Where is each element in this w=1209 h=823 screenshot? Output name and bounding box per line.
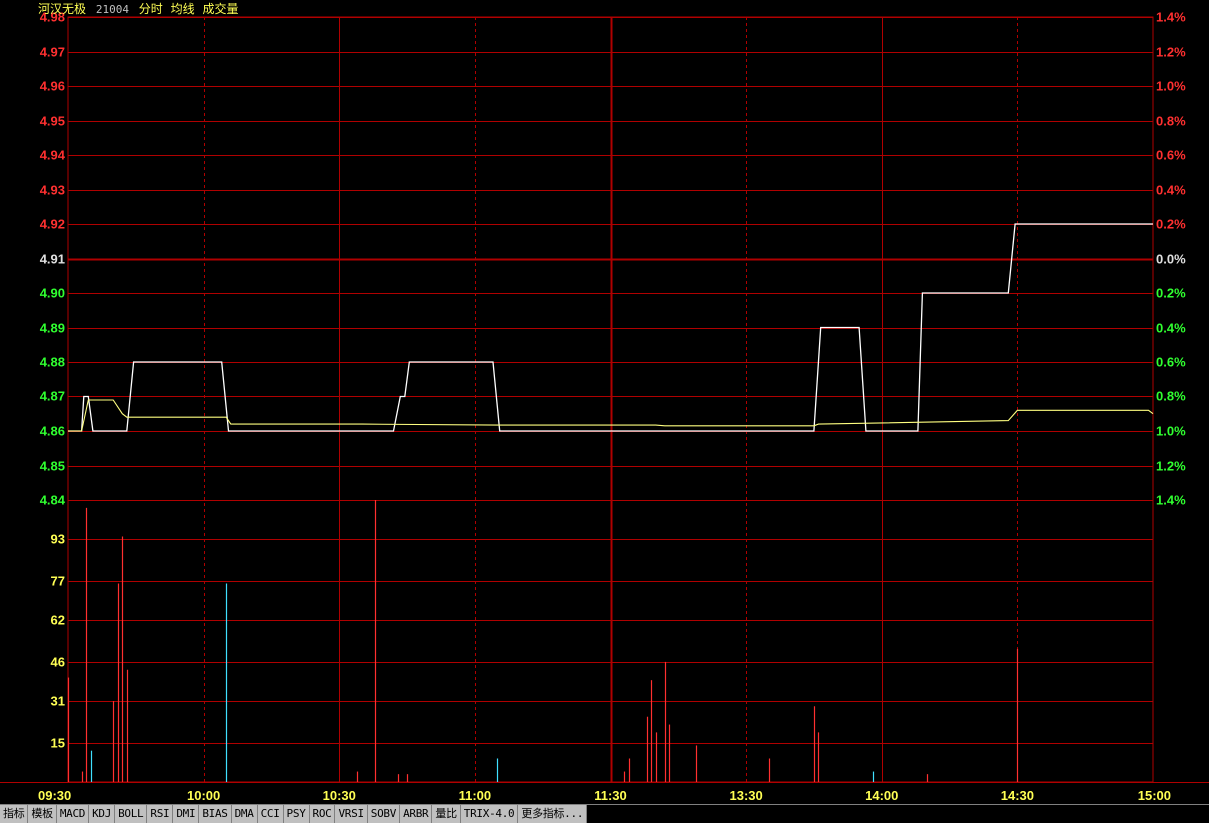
tab-arbr[interactable]: ARBR [400, 805, 433, 823]
price-tick-label: 4.92 [40, 217, 65, 232]
percent-tick-label: 1.4% [1156, 10, 1186, 25]
chart-title-bar: 河汉无极 21004 分时 均线 成交量 [38, 1, 243, 17]
price-tick-label: 4.88 [40, 355, 65, 370]
indicator-label-time[interactable]: 分时 [139, 2, 163, 16]
tab-sobv[interactable]: SOBV [368, 805, 401, 823]
percent-tick-label: 1.0% [1156, 79, 1186, 94]
percent-tick-label: 1.2% [1156, 45, 1186, 60]
indicator-tab-bar: 指标 模板 MACD KDJ BOLL RSI DMI BIAS DMA CCI… [0, 804, 1209, 823]
price-tick-label: 4.84 [40, 493, 66, 508]
percent-tick-label: 0.8% [1156, 389, 1186, 404]
tab-kdj[interactable]: KDJ [89, 805, 116, 823]
volume-tick-label: 46 [51, 655, 65, 670]
security-name: 河汉无极 [38, 2, 87, 16]
percent-tick-label: 0.2% [1156, 286, 1186, 301]
time-tick-label: 10:30 [323, 788, 356, 803]
price-tick-label: 4.89 [40, 321, 65, 336]
volume-tick-label: 93 [51, 532, 65, 547]
time-tick-label: 09:30 [38, 788, 71, 803]
time-tick-label: 15:00 [1138, 788, 1171, 803]
time-tick-label: 11:30 [594, 788, 627, 803]
tab-more-indicators[interactable]: 更多指标... [518, 805, 588, 823]
volume-tick-label: 77 [51, 574, 65, 589]
percent-tick-label: 0.8% [1156, 114, 1186, 129]
price-tick-label: 4.87 [40, 389, 65, 404]
percent-tick-label: 0.6% [1156, 148, 1186, 163]
price-tick-label: 4.86 [40, 424, 65, 439]
tab-template[interactable]: 模板 [28, 805, 57, 823]
percent-tick-label: 1.2% [1156, 459, 1186, 474]
tab-bias[interactable]: BIAS [199, 805, 232, 823]
tab-cci[interactable]: CCI [258, 805, 284, 823]
tab-rsi[interactable]: RSI [147, 805, 174, 823]
percent-tick-label: 0.2% [1156, 217, 1186, 232]
intraday-chart[interactable]: 4.98 1.4%4.97 1.2%4.96 1.0%4.95 0.8%4.94 0.6%… [0, 0, 1209, 804]
indicator-label-volume[interactable]: 成交量 [202, 2, 238, 16]
price-tick-label: 4.96 [40, 79, 65, 94]
time-tick-label: 14:00 [865, 788, 898, 803]
price-tick-label: 4.93 [40, 183, 65, 198]
percent-tick-label: 0.6% [1156, 355, 1186, 370]
time-tick-label: 10:00 [187, 788, 220, 803]
time-tick-label: 14:30 [1001, 788, 1034, 803]
tab-dma[interactable]: DMA [232, 805, 258, 823]
price-tick-label: 4.90 [40, 286, 65, 301]
percent-tick-label: 1.4% [1156, 493, 1186, 508]
tab-dmi[interactable]: DMI [173, 805, 200, 823]
price-tick-label: 4.97 [40, 45, 65, 60]
tab-vrsi[interactable]: VRSI [335, 805, 368, 823]
price-tick-label: 4.91 [40, 252, 65, 267]
percent-tick-label: 0.0% [1156, 252, 1186, 267]
tab-trix[interactable]: TRIX-4.0 [461, 805, 519, 823]
tab-macd[interactable]: MACD [57, 805, 90, 823]
percent-tick-label: 0.4% [1156, 321, 1186, 336]
tab-psy[interactable]: PSY [284, 805, 310, 823]
tab-volume-ratio[interactable]: 量比 [432, 805, 461, 823]
price-tick-label: 4.85 [40, 459, 65, 474]
time-tick-label: 11:00 [459, 788, 492, 803]
tab-roc[interactable]: ROC [310, 805, 336, 823]
percent-tick-label: 1.0% [1156, 424, 1186, 439]
tab-boll[interactable]: BOLL [115, 805, 148, 823]
price-tick-label: 4.94 [40, 148, 66, 163]
indicator-label-avg[interactable]: 均线 [171, 2, 195, 16]
percent-tick-label: 0.4% [1156, 183, 1186, 198]
time-tick-label: 13:30 [730, 788, 763, 803]
security-code: 21004 [95, 3, 129, 16]
price-tick-label: 4.95 [40, 114, 65, 129]
tab-bar-filler [587, 805, 1209, 823]
tab-indicator[interactable]: 指标 [0, 805, 29, 823]
chart-background [0, 0, 1209, 804]
volume-tick-label: 15 [51, 736, 65, 751]
volume-tick-label: 31 [51, 694, 65, 709]
volume-tick-label: 62 [51, 613, 65, 628]
